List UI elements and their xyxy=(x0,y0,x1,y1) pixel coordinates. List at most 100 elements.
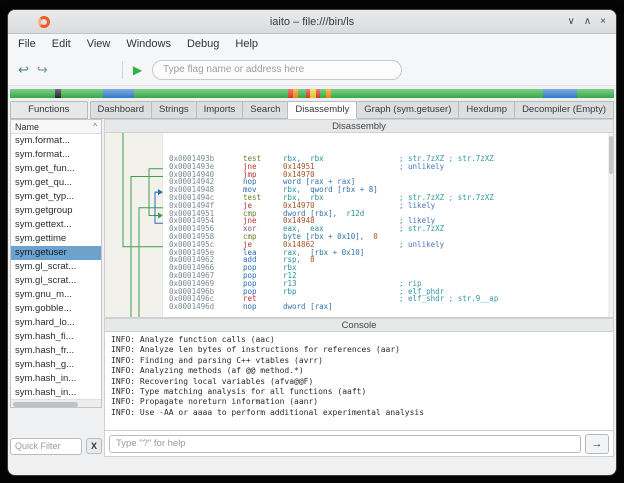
memory-map-strip[interactable] xyxy=(10,89,614,98)
disassembly-dock-header[interactable]: Disassembly xyxy=(104,119,614,133)
function-list-item[interactable]: sym.hard_lo... xyxy=(11,316,101,330)
jump-arrows-gutter xyxy=(105,133,163,317)
tab-hexdump[interactable]: Hexdump xyxy=(459,101,515,119)
scrollbar-thumb[interactable] xyxy=(13,402,78,407)
disasm-row[interactable]: 0x0001493ejne0x14951; unlikely xyxy=(163,163,607,171)
menu-bar: File Edit View Windows Debug Help xyxy=(8,34,616,54)
disasm-row[interactable]: 0x0001494ctestrbx,rbx; str.7zXZ ; str.7z… xyxy=(163,194,607,202)
disasm-row[interactable]: 0x00014948movrbx,qword [rbx + 8] xyxy=(163,186,607,194)
function-list-item[interactable]: sym.getgroup xyxy=(11,204,101,218)
function-list-item[interactable]: sym.format... xyxy=(11,134,101,148)
memory-segment xyxy=(543,89,577,98)
main-panel: Disassembly 0x0001493btestrbx,rbx; str.7… xyxy=(104,119,614,457)
console-input-row: → xyxy=(104,431,614,457)
instruction-address: 0x0001496d xyxy=(169,303,243,311)
disasm-row[interactable]: 0x0001496cret; elf_shdr ; str.9__ap xyxy=(163,295,607,303)
disasm-row[interactable]: 0x00014966poprbx xyxy=(163,264,607,272)
disasm-row[interactable]: 0x0001496bpoprbp; elf_phdr xyxy=(163,288,607,296)
function-list-item[interactable]: sym.gettext... xyxy=(11,218,101,232)
menu-item-edit[interactable]: Edit xyxy=(52,38,71,50)
function-list-item[interactable]: sym.get_typ... xyxy=(11,190,101,204)
console-log-line: INFO: Use -AA or aaaa to perform additio… xyxy=(111,408,607,418)
function-list-item[interactable]: sym.getuser xyxy=(11,246,101,260)
function-list-item[interactable]: sym.hash_in... xyxy=(11,372,101,386)
menu-item-windows[interactable]: Windows xyxy=(126,38,171,50)
seek-forward-icon[interactable]: ↪ xyxy=(37,62,48,78)
window-minimize-button[interactable]: ∨ xyxy=(568,10,575,34)
disasm-row[interactable]: 0x00014951cmpdword [rbx],r12d xyxy=(163,210,607,218)
disasm-row[interactable]: 0x0001496dnopdword [rax] xyxy=(163,303,607,311)
function-list-item[interactable]: sym.hash_fi... xyxy=(11,330,101,344)
tab-strings[interactable]: Strings xyxy=(152,101,197,119)
tab-disassembly[interactable]: Disassembly xyxy=(288,101,357,119)
function-list-item[interactable]: sym.hash_fr... xyxy=(11,344,101,358)
memory-segment xyxy=(298,89,306,98)
instruction-operand: 8 xyxy=(310,255,315,264)
function-list-item[interactable]: sym.gl_scrat... xyxy=(11,274,101,288)
functions-horizontal-scrollbar[interactable] xyxy=(11,399,101,407)
disasm-row[interactable]: 0x00014969popr13; rip xyxy=(163,280,607,288)
menu-item-file[interactable]: File xyxy=(18,38,36,50)
disasm-row[interactable]: 0x00014958cmpbyte [rbx + 0x10],0 xyxy=(163,233,607,241)
memory-segment xyxy=(310,89,315,98)
instruction-comment: ; likely xyxy=(399,202,435,210)
disassembly-scrollbar[interactable] xyxy=(608,133,613,317)
memory-segment xyxy=(306,89,310,98)
menu-item-debug[interactable]: Debug xyxy=(187,38,219,50)
disasm-row[interactable]: 0x00014940jmp0x14970 xyxy=(163,171,607,179)
window-close-button[interactable]: × xyxy=(600,10,606,34)
disasm-row[interactable]: 0x00014962addrsp,8 xyxy=(163,256,607,264)
disasm-row[interactable]: 0x00014942nopword [rax + rax] xyxy=(163,178,607,186)
debug-continue-icon[interactable]: ▶ xyxy=(133,63,142,77)
disassembly-view[interactable]: 0x0001493btestrbx,rbx; str.7zXZ ; str.7z… xyxy=(104,133,614,318)
tab-search[interactable]: Search xyxy=(243,101,288,119)
disasm-row[interactable]: 0x0001495elearax,[rbx + 0x10] xyxy=(163,249,607,257)
disasm-row[interactable]: 0x0001495cje0x14862; unlikely xyxy=(163,241,607,249)
disasm-row[interactable]: 0x00014967popr12 xyxy=(163,272,607,280)
instruction-comment: ; elf_shdr ; str.9__ap xyxy=(399,295,498,303)
tab-graph-sym-getuser[interactable]: Graph (sym.getuser) xyxy=(357,101,459,119)
tab-bar: DashboardStringsImportsSearchDisassembly… xyxy=(90,101,614,119)
console-log-line: INFO: Analyzing methods (af @@ method.*) xyxy=(111,366,607,376)
console-log-line: INFO: Propagate noreturn information (aa… xyxy=(111,397,607,407)
window-maximize-button[interactable]: ∧ xyxy=(584,10,591,34)
memory-segment xyxy=(55,89,61,98)
functions-column-header[interactable]: Name ^ xyxy=(11,120,101,134)
disasm-row[interactable]: 0x0001494fje0x14970; likely xyxy=(163,202,607,210)
console-log-line: INFO: Analyze len bytes of instructions … xyxy=(111,345,607,355)
memory-segment xyxy=(331,89,543,98)
function-list-item[interactable]: sym.get_qu... xyxy=(11,176,101,190)
tab-dashboard[interactable]: Dashboard xyxy=(90,101,152,119)
function-list-item[interactable]: sym.gl_scrat... xyxy=(11,260,101,274)
function-list-item[interactable]: sym.hash_g... xyxy=(11,358,101,372)
memory-segment xyxy=(316,89,320,98)
disasm-row[interactable]: 0x00014956xoreax,eax; str.7zXZ xyxy=(163,225,607,233)
menu-item-help[interactable]: Help xyxy=(235,38,258,50)
window-titlebar[interactable]: iaito – file:///bin/ls ∨ ∧ × xyxy=(8,10,616,34)
quick-filter-input[interactable] xyxy=(10,438,82,455)
tab-imports[interactable]: Imports xyxy=(197,101,244,119)
functions-dock-title[interactable]: Functions xyxy=(10,101,88,119)
console-input[interactable] xyxy=(109,435,581,453)
instruction-comment: ; str.7zXZ xyxy=(399,225,444,233)
menu-item-view[interactable]: View xyxy=(87,38,111,50)
disasm-row[interactable]: 0x00014954jne0x14948; likely xyxy=(163,217,607,225)
function-list-item[interactable]: sym.gobble... xyxy=(11,302,101,316)
quick-filter-row: X xyxy=(10,437,102,455)
quick-filter-clear-button[interactable]: X xyxy=(86,438,102,454)
memory-segment xyxy=(10,89,55,98)
function-list-item[interactable]: sym.gettime xyxy=(11,232,101,246)
seek-back-icon[interactable]: ↩ xyxy=(18,62,29,78)
function-list-item[interactable]: sym.hash_in... xyxy=(11,386,101,399)
scrollbar-thumb[interactable] xyxy=(609,136,613,174)
function-list-item[interactable]: sym.gnu_m... xyxy=(11,288,101,302)
function-list-item[interactable]: sym.get_fun... xyxy=(11,162,101,176)
console-dock-header[interactable]: Console xyxy=(104,318,614,332)
memory-segment xyxy=(293,89,298,98)
console-send-button[interactable]: → xyxy=(585,434,609,454)
disasm-row[interactable]: 0x0001493btestrbx,rbx; str.7zXZ ; str.7z… xyxy=(163,155,607,163)
tab-decompiler-empty[interactable]: Decompiler (Empty) xyxy=(515,101,614,119)
desktop-background: iaito – file:///bin/ls ∨ ∧ × File Edit Vie… xyxy=(0,0,624,483)
function-list-item[interactable]: sym.format... xyxy=(11,148,101,162)
address-search-input[interactable] xyxy=(152,60,402,80)
